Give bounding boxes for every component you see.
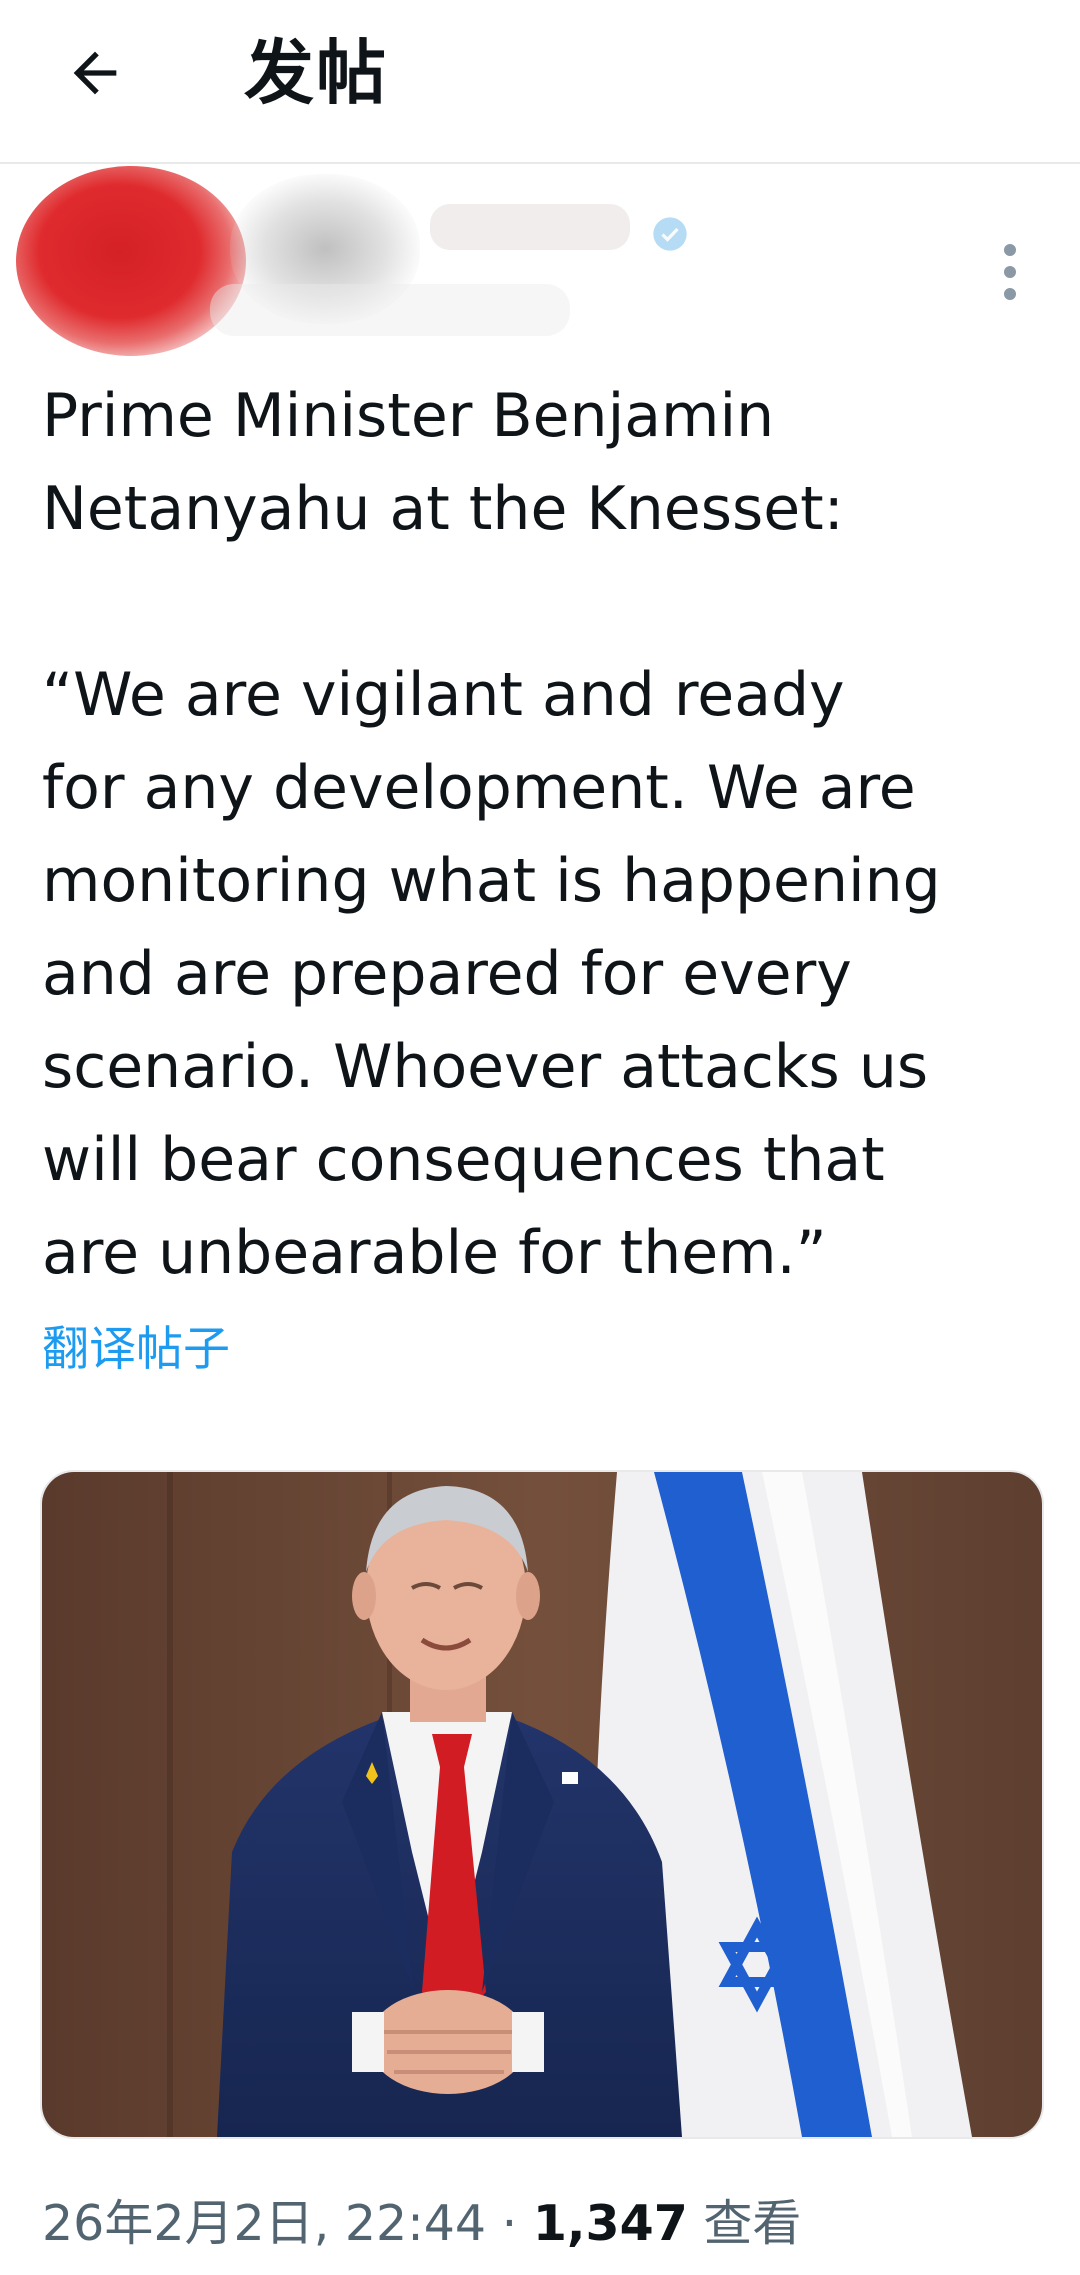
arrow-left-icon	[73, 51, 117, 95]
post-text-line: Netanyahu at the Knesset:	[42, 474, 844, 544]
views-count: 1,347	[532, 2195, 688, 2252]
post-author-row	[0, 164, 1080, 356]
back-button[interactable]	[52, 30, 138, 116]
top-bar: 发帖	[0, 0, 1080, 164]
post-text-line: scenario. Whoever attacks us	[42, 1032, 929, 1102]
verified-badge-icon	[653, 217, 687, 251]
author-handle[interactable]	[210, 284, 570, 336]
photo-illustration	[42, 1472, 1042, 2137]
translate-post-link[interactable]: 翻译帖子	[42, 1316, 230, 1384]
post-text-line: are unbearable for them.”	[42, 1218, 827, 1288]
post-timestamp[interactable]: 26年2月2日, 22:44	[42, 2195, 486, 2252]
post-text-line: and are prepared for every	[42, 939, 852, 1009]
page-title: 发帖	[244, 32, 388, 114]
post-meta: 26年2月2日, 22:44 · 1,347 查看	[42, 2184, 801, 2264]
post-text-line: “We are vigilant and ready	[42, 660, 845, 730]
post-text: Prime Minister Benjamin Netanyahu at the…	[42, 370, 1042, 1300]
more-options-button[interactable]	[985, 232, 1035, 312]
meta-separator: ·	[501, 2195, 518, 2252]
post-text-line: Prime Minister Benjamin	[42, 381, 775, 451]
post-text-line: monitoring what is happening	[42, 846, 941, 916]
post-photo[interactable]	[40, 1470, 1044, 2139]
post-text-line: will bear consequences that	[42, 1125, 885, 1195]
more-vertical-icon	[1004, 244, 1016, 300]
views-label: 查看	[703, 2195, 802, 2252]
post-text-line: for any development. We are	[42, 753, 916, 823]
avatar[interactable]	[16, 166, 246, 356]
author-display-name[interactable]	[430, 204, 630, 250]
